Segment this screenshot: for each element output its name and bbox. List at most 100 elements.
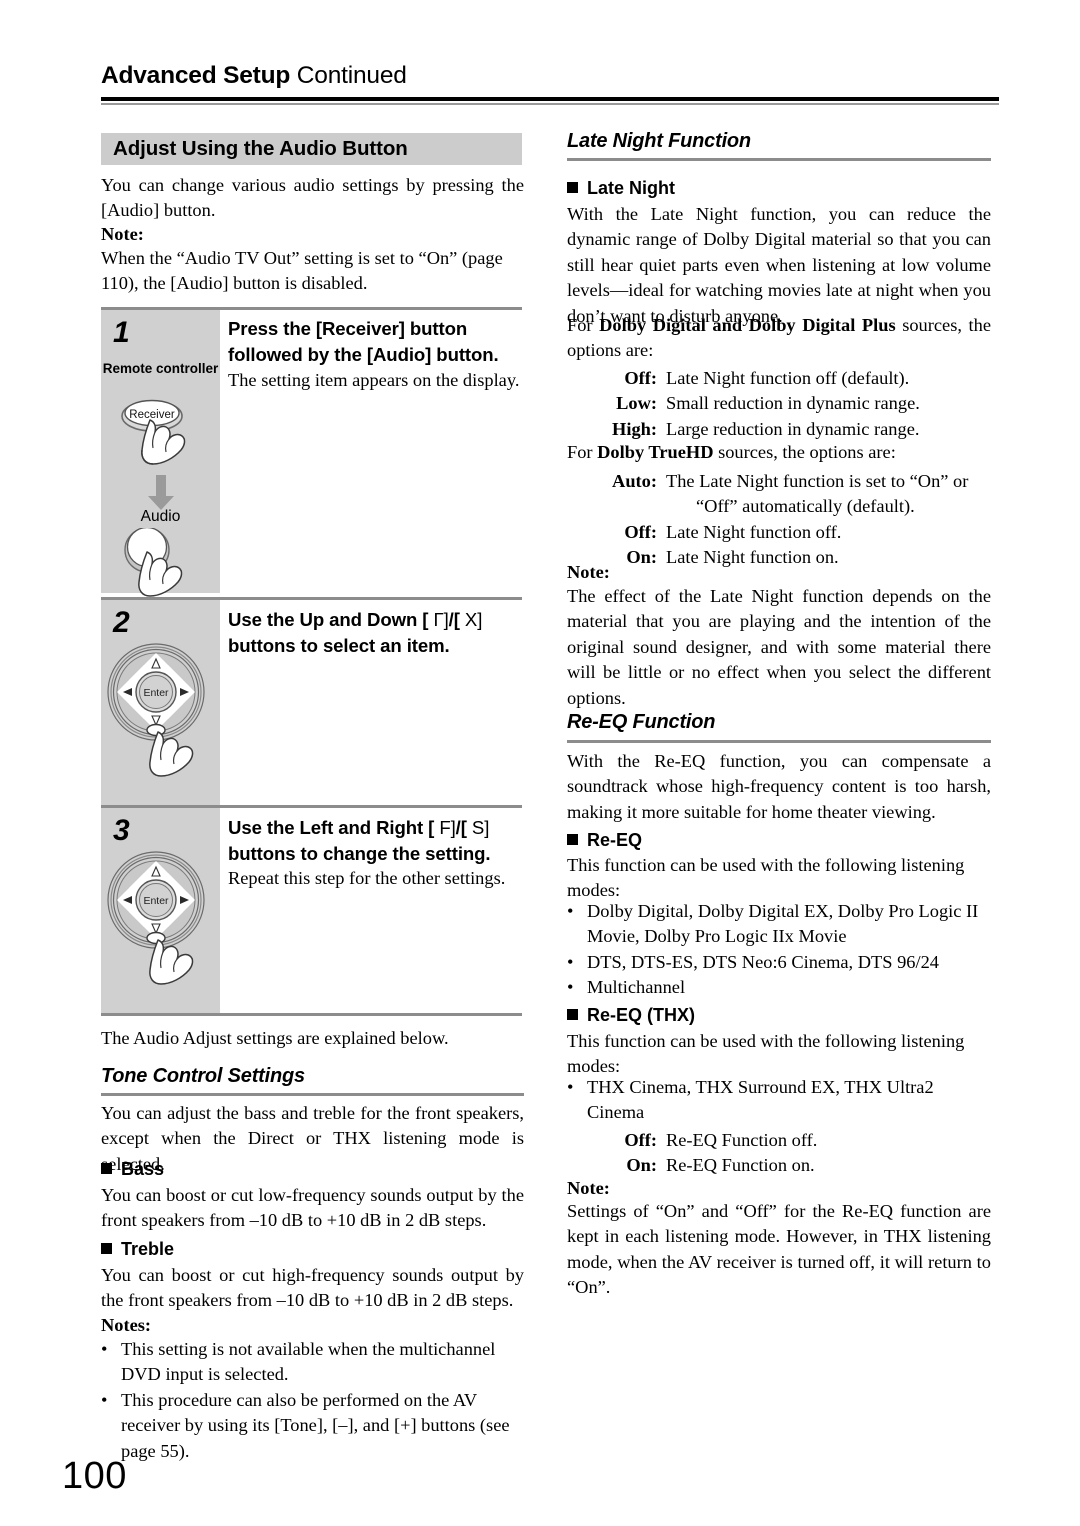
option-row: Auto: The Late Night function is set to … xyxy=(583,469,991,520)
square-bullet-icon xyxy=(567,1009,578,1020)
tone-notes-label: Notes: xyxy=(101,1315,152,1335)
step-2-illustration-panel: 2 Enter xyxy=(101,600,220,805)
re-eq-note-text: Settings of “On” and “Off” for the Re-EQ… xyxy=(567,1201,991,1298)
dd-lead-pre: For xyxy=(567,315,600,335)
re-eq-rule xyxy=(567,740,991,743)
step-3-title-part-3: buttons to change the setting. xyxy=(228,842,491,864)
option-desc: Late Night function off (default). xyxy=(666,368,910,388)
header-rule-thin xyxy=(101,103,999,105)
running-head-light: Continued xyxy=(296,62,407,89)
late-night-heading: Late Night Function xyxy=(567,130,751,152)
dpad-illustration-2: Enter xyxy=(101,848,220,1008)
running-head-bold: Advanced Setup xyxy=(101,62,291,89)
receiver-button-illustration: Receiver xyxy=(101,392,220,482)
step-2-number: 2 xyxy=(113,606,130,639)
step-3-title-part-2: /[ xyxy=(455,817,472,838)
header-rule-thick xyxy=(101,97,999,101)
option-desc-line2: “Off” automatically (default). xyxy=(696,496,915,517)
bullet-icon: • xyxy=(567,951,574,972)
page-number: 100 xyxy=(62,1455,127,1497)
dolby-digital-options: Off: Late Night function off (default). … xyxy=(583,366,991,442)
re-eq-modes-lead: This function can be used with the follo… xyxy=(567,855,965,901)
step-3-left-glyph: F] xyxy=(439,817,456,838)
re-eq-thx-modes-list: • THX Cinema, THX Surround EX, THX Ultra… xyxy=(567,1075,991,1126)
audio-button-illustration xyxy=(101,528,220,608)
list-item: • This setting is not available when the… xyxy=(101,1337,524,1388)
thd-lead-bold: Dolby TrueHD xyxy=(597,442,714,462)
step-1-body: The setting item appears on the display. xyxy=(228,370,520,390)
down-arrow-icon xyxy=(147,475,175,511)
bullet-icon: • xyxy=(101,1389,108,1410)
bass-heading-text: Bass xyxy=(121,1159,165,1179)
list-item: • Multichannel xyxy=(567,975,991,1000)
step-3-illustration-panel: 3 Enter xyxy=(101,808,220,1013)
svg-text:Enter: Enter xyxy=(143,895,169,907)
step-1-illustration-panel: 1 Remote controller Receiver Audio xyxy=(101,310,220,597)
dolby-truehd-lead: For Dolby TrueHD sources, the options ar… xyxy=(567,440,991,465)
option-desc: Large reduction in dynamic range. xyxy=(666,418,920,439)
bullet-icon: • xyxy=(101,1339,108,1359)
step-2-title-part-3: buttons to select an item. xyxy=(228,634,450,656)
list-item-text: THX Cinema, THX Surround EX, THX Ultra2 … xyxy=(587,1077,934,1123)
late-night-note-label: Note: xyxy=(567,562,610,582)
re-eq-options: Off: Re-EQ Function off. On: Re-EQ Funct… xyxy=(583,1128,991,1179)
option-desc-line1: The Late Night function is set to “On” o… xyxy=(666,471,969,491)
step-3-right-glyph: S] xyxy=(471,817,490,838)
re-eq-thx-sub-heading: Re-EQ (THX) xyxy=(567,1005,695,1026)
late-night-rule xyxy=(567,158,991,161)
step-2-title: Use the Up and Down [ Γ]/[ X] buttons to… xyxy=(228,607,524,658)
list-item-text: Dolby Digital, Dolby Digital EX, Dolby P… xyxy=(587,901,979,947)
step-2-title-part-1: Use the Up and Down [ xyxy=(228,609,434,630)
audio-button-caption: Audio xyxy=(101,508,220,526)
list-item-text: DTS, DTS-ES, DTS Neo:6 Cinema, DTS 96/24 xyxy=(587,951,939,972)
thd-lead-post: sources, the options are: xyxy=(713,442,896,462)
tone-notes-list: • This setting is not available when the… xyxy=(101,1337,524,1464)
re-eq-intro: With the Re-EQ function, you can compens… xyxy=(567,751,991,822)
option-term: Off: xyxy=(624,1130,657,1150)
dolby-digital-lead: For Dolby Digital and Dolby Digital Plus… xyxy=(567,313,991,364)
svg-text:Enter: Enter xyxy=(143,687,169,699)
step-table-bottom-rule xyxy=(101,1013,522,1016)
option-term: Auto: xyxy=(612,471,657,491)
late-night-sub-heading: Late Night xyxy=(567,178,675,199)
bullet-icon: • xyxy=(567,977,574,998)
re-eq-modes-list: • Dolby Digital, Dolby Digital EX, Dolby… xyxy=(567,899,991,1001)
step-1-title: Press the [Receiver] button followed by … xyxy=(228,318,499,365)
left-note-text: When the “Audio TV Out” setting is set t… xyxy=(101,248,503,294)
re-eq-sub-heading-text: Re-EQ xyxy=(587,830,643,850)
option-desc: Re-EQ Function on. xyxy=(666,1155,815,1176)
list-item-text: This procedure can also be performed on … xyxy=(121,1389,510,1461)
list-item: • DTS, DTS-ES, DTS Neo:6 Cinema, DTS 96/… xyxy=(567,950,991,975)
section-header-bar: Adjust Using the Audio Button xyxy=(101,133,522,165)
treble-text: You can boost or cut high-frequency soun… xyxy=(101,1265,524,1311)
option-row: On: Re-EQ Function on. xyxy=(583,1153,991,1178)
late-night-note-text: The effect of the Late Night function de… xyxy=(567,586,991,708)
dd-lead-bold: Dolby Digital and Dolby Digital Plus xyxy=(599,315,896,335)
option-term: Off: xyxy=(624,368,657,388)
list-item: • This procedure can also be performed o… xyxy=(101,1388,524,1464)
remote-controller-caption: Remote controller xyxy=(101,361,220,377)
tone-control-heading: Tone Control Settings xyxy=(101,1065,305,1087)
list-item-text: Multichannel xyxy=(587,977,686,998)
step-2-down-glyph: X] xyxy=(464,609,483,630)
option-desc: Re-EQ Function off. xyxy=(666,1130,818,1150)
option-row: Off: Re-EQ Function off. xyxy=(583,1128,991,1153)
list-item: • Dolby Digital, Dolby Digital EX, Dolby… xyxy=(567,899,991,950)
dpad-illustration: Enter xyxy=(101,640,220,800)
re-eq-heading: Re-EQ Function xyxy=(567,711,716,733)
bass-text: You can boost or cut low-frequency sound… xyxy=(101,1185,524,1231)
step-1-number: 1 xyxy=(113,316,130,349)
left-note-label: Note: xyxy=(101,224,144,244)
treble-heading-text: Treble xyxy=(121,1239,175,1259)
square-bullet-icon xyxy=(101,1163,112,1174)
remote-controller-caption-text: Remote controller xyxy=(102,361,219,376)
step-3-body: Repeat this step for the other settings. xyxy=(228,868,506,888)
audio-button-caption-text: Audio xyxy=(140,508,181,525)
re-eq-sub-heading: Re-EQ xyxy=(567,830,642,851)
option-desc: The Late Night function is set to “On” o… xyxy=(666,469,991,520)
svg-text:Receiver: Receiver xyxy=(129,409,175,421)
option-term: Off: xyxy=(624,521,657,542)
thd-lead-pre: For xyxy=(567,442,598,462)
running-head: Advanced Setup Continued xyxy=(101,62,1001,90)
list-item-text: This setting is not available when the m… xyxy=(121,1339,496,1385)
